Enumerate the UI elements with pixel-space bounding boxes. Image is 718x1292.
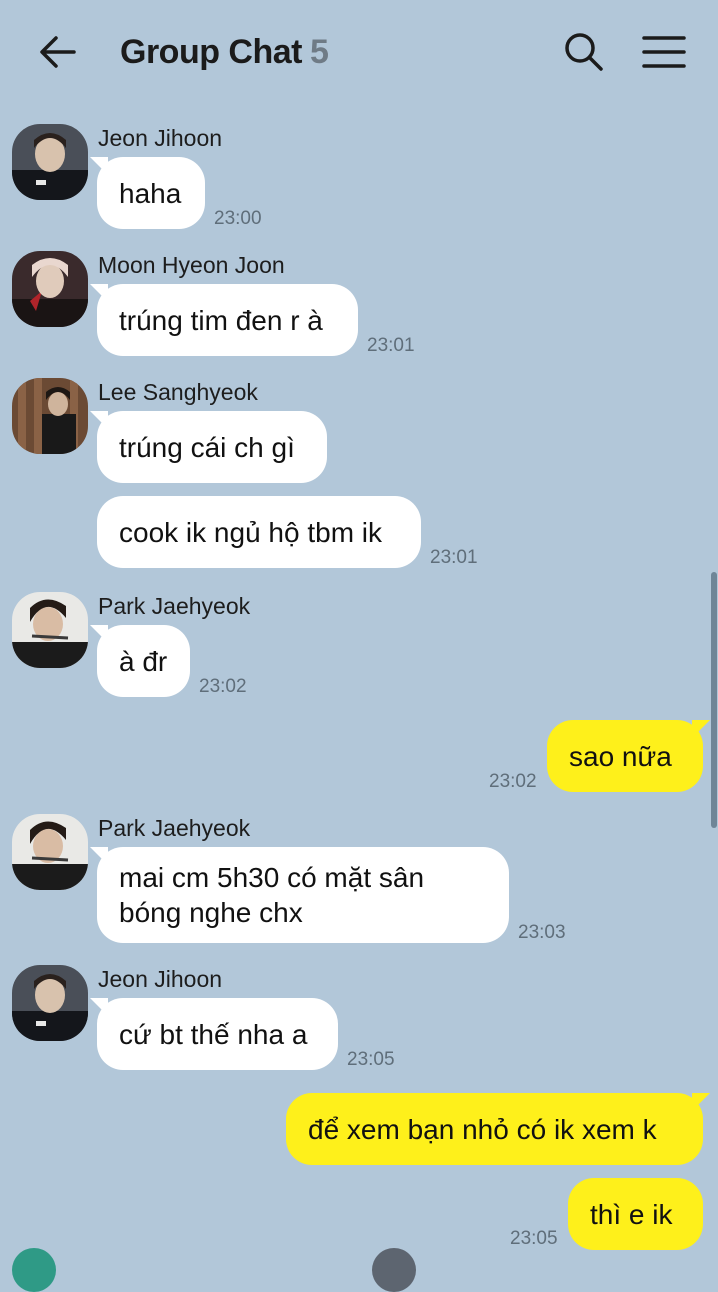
member-count: 5 bbox=[309, 33, 329, 71]
avatar-park-jaehyeok[interactable] bbox=[12, 592, 88, 668]
message-bubble[interactable]: haha bbox=[90, 157, 205, 229]
message-bubble[interactable]: trúng tim đen r à bbox=[90, 284, 358, 356]
outgoing-message-bubble[interactable]: thì e ik bbox=[568, 1178, 703, 1250]
message-time: 23:02 bbox=[199, 676, 247, 697]
message-time: 23:05 bbox=[347, 1049, 395, 1070]
sender-name: Moon Hyeon Joon bbox=[98, 252, 285, 278]
avatar-jeon-jihoon[interactable] bbox=[12, 124, 88, 200]
sender-name: Park Jaehyeok bbox=[98, 593, 251, 619]
profile-photo-icon bbox=[12, 251, 88, 327]
message-time: 23:01 bbox=[367, 335, 415, 356]
avatar-lee-sanghyeok[interactable] bbox=[12, 378, 88, 454]
emoji-button[interactable] bbox=[372, 1248, 416, 1292]
profile-photo-icon bbox=[12, 965, 88, 1041]
profile-photo-icon bbox=[12, 592, 88, 668]
message-bubble[interactable]: mai cm 5h30 có mặt sân bóng nghe chx bbox=[90, 847, 509, 943]
chat-title-text: Group Chat bbox=[120, 33, 302, 71]
message-time: 23:03 bbox=[518, 922, 566, 943]
back-button[interactable] bbox=[36, 30, 80, 74]
message-bubble[interactable]: cook ik ngủ hộ tbm ik bbox=[97, 496, 421, 568]
profile-photo-icon bbox=[12, 124, 88, 200]
avatar-park-jaehyeok[interactable] bbox=[12, 814, 88, 890]
search-button[interactable] bbox=[562, 30, 606, 74]
profile-photo-icon bbox=[12, 378, 88, 454]
message-time: 23:02 bbox=[489, 771, 537, 792]
attach-button[interactable] bbox=[12, 1248, 56, 1292]
message-time: 23:05 bbox=[510, 1228, 558, 1249]
search-icon bbox=[565, 33, 603, 71]
hamburger-menu-icon bbox=[642, 36, 686, 68]
arrow-left-icon bbox=[40, 36, 76, 68]
chat-title: Group Chat 5 bbox=[120, 33, 329, 72]
message-bubble[interactable]: à đr bbox=[90, 625, 190, 697]
message-time: 23:01 bbox=[430, 547, 478, 568]
sender-name: Jeon Jihoon bbox=[98, 966, 223, 992]
chat-header: Group Chat 5 bbox=[0, 0, 718, 105]
outgoing-message-bubble[interactable]: để xem bạn nhỏ có ik xem k bbox=[286, 1093, 710, 1165]
scrollbar-thumb[interactable] bbox=[711, 572, 717, 828]
sender-name: Jeon Jihoon bbox=[98, 125, 223, 151]
message-bubble[interactable]: trúng cái ch gì bbox=[90, 411, 327, 483]
avatar-jeon-jihoon[interactable] bbox=[12, 965, 88, 1041]
menu-button[interactable] bbox=[640, 30, 688, 74]
outgoing-message-bubble[interactable]: sao nữa bbox=[547, 720, 710, 792]
message-time: 23:00 bbox=[214, 208, 262, 229]
sender-name: Park Jaehyeok bbox=[98, 815, 251, 841]
avatar-moon-hyeon-joon[interactable] bbox=[12, 251, 88, 327]
profile-photo-icon bbox=[12, 814, 88, 890]
sender-name: Lee Sanghyeok bbox=[98, 379, 258, 405]
message-bubble[interactable]: cứ bt thế nha a bbox=[90, 998, 338, 1070]
